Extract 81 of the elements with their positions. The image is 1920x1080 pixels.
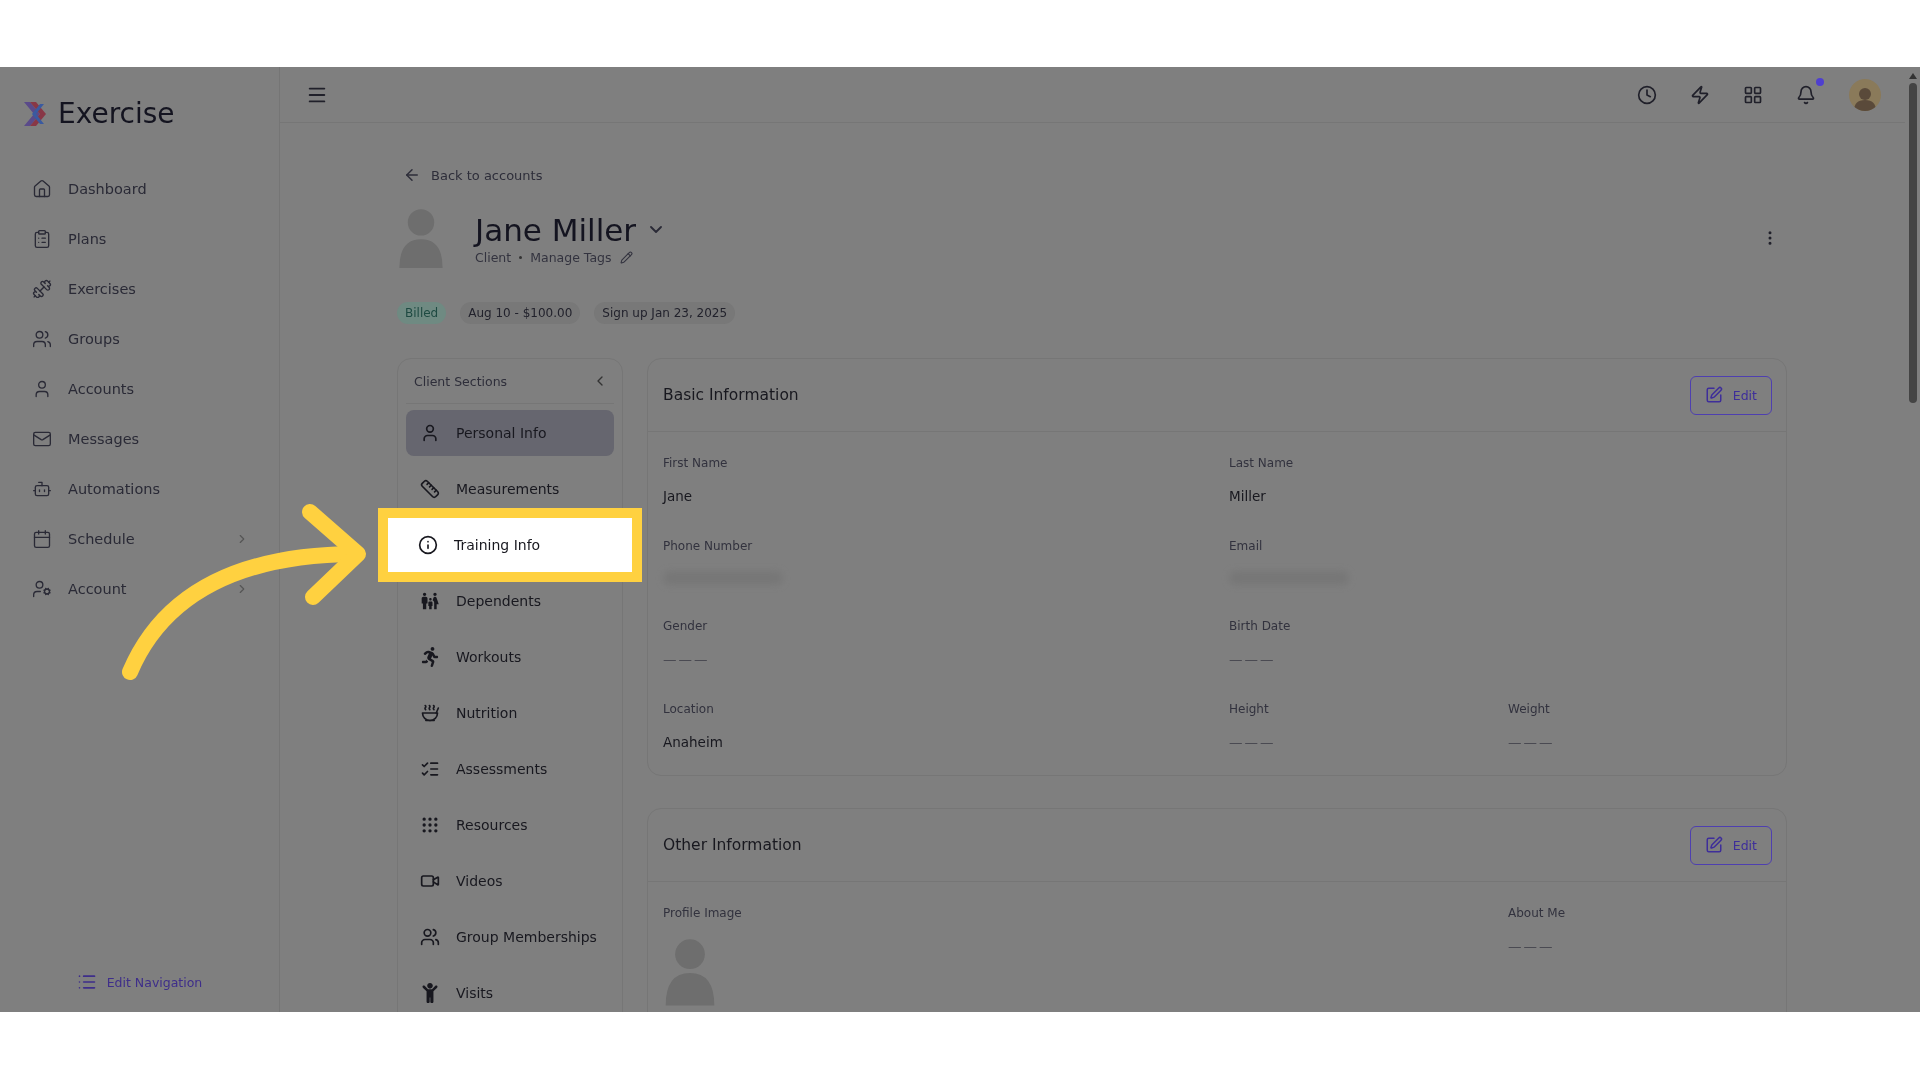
field-label: Weight bbox=[1508, 702, 1551, 716]
avatar[interactable] bbox=[1849, 78, 1881, 111]
scroll-up-icon bbox=[1908, 73, 1917, 79]
empty-value: ——— bbox=[1229, 651, 1277, 668]
mail-icon bbox=[32, 429, 52, 449]
robot-icon bbox=[32, 479, 52, 499]
empty-value: ——— bbox=[1508, 734, 1556, 751]
status-badge: Billed bbox=[397, 302, 447, 324]
nav-item[interactable]: Exercises bbox=[0, 264, 279, 314]
section-item[interactable]: Resources bbox=[406, 802, 614, 848]
group-icon bbox=[32, 329, 52, 349]
home-icon bbox=[32, 179, 52, 199]
field-label: Profile Image bbox=[663, 906, 743, 920]
dumbbell-icon bbox=[32, 279, 52, 299]
section-item[interactable]: Nutrition bbox=[406, 690, 614, 736]
clock-icon[interactable] bbox=[1637, 84, 1657, 105]
nav-item[interactable]: Accounts bbox=[0, 364, 279, 414]
scrollbar-thumb[interactable] bbox=[1908, 83, 1917, 403]
clipboard-icon bbox=[32, 229, 52, 249]
back-link[interactable]: Back to accounts bbox=[403, 166, 1787, 184]
bell-icon[interactable] bbox=[1796, 84, 1816, 105]
calendar-icon bbox=[32, 529, 52, 549]
chevron-down-icon[interactable] bbox=[650, 225, 663, 234]
edit-button[interactable]: Edit bbox=[1689, 375, 1772, 415]
field-label: Last Name bbox=[1229, 456, 1295, 470]
section-item[interactable]: Personal Info bbox=[406, 410, 614, 456]
family-icon bbox=[420, 591, 440, 611]
section-item[interactable]: Workouts bbox=[406, 634, 614, 680]
field-label: First Name bbox=[663, 456, 729, 470]
client-name: Jane Miller bbox=[475, 211, 637, 248]
info-badge: Sign up Jan 23, 2025 bbox=[594, 302, 736, 324]
separator-dot-icon bbox=[519, 255, 523, 259]
field-label: Height bbox=[1229, 702, 1270, 716]
manage-tags-link[interactable]: Manage Tags bbox=[530, 249, 633, 265]
nav-item[interactable]: Schedule bbox=[0, 514, 279, 564]
bowl-icon bbox=[420, 703, 440, 723]
lightning-icon[interactable] bbox=[1690, 84, 1710, 105]
nav-item[interactable]: Account bbox=[0, 564, 279, 614]
pencil-icon bbox=[619, 250, 633, 264]
card-title: Other Information bbox=[663, 836, 802, 854]
field-label: Location bbox=[663, 702, 715, 716]
field-value: Jane bbox=[663, 488, 694, 505]
section-item[interactable]: Assessments bbox=[406, 746, 614, 792]
section-item[interactable]: Videos bbox=[406, 858, 614, 904]
ruler-icon bbox=[420, 479, 440, 499]
info-icon bbox=[418, 535, 438, 555]
field-label: Email bbox=[1229, 539, 1264, 553]
grid-icon[interactable] bbox=[1743, 84, 1763, 105]
runner-icon bbox=[420, 647, 440, 667]
panel-title: Client Sections bbox=[414, 373, 508, 389]
grid-icon bbox=[420, 815, 440, 835]
empty-value: ——— bbox=[1508, 938, 1556, 955]
group-icon bbox=[420, 927, 440, 947]
field-value: Anaheim bbox=[663, 734, 724, 751]
person-icon bbox=[420, 423, 440, 443]
nav-item[interactable]: Plans bbox=[0, 214, 279, 264]
edit-navigation-link[interactable]: Edit Navigation bbox=[76, 972, 203, 992]
section-item[interactable]: Visits bbox=[406, 970, 614, 1012]
nav-item[interactable]: Automations bbox=[0, 464, 279, 514]
card-title: Basic Information bbox=[663, 386, 799, 404]
empty-value: ——— bbox=[1229, 734, 1277, 751]
edit-button[interactable]: Edit bbox=[1689, 825, 1772, 865]
field-label: Phone Number bbox=[663, 539, 754, 553]
client-role: Client bbox=[475, 249, 512, 265]
checklist-icon bbox=[420, 759, 440, 779]
nav-item[interactable]: Messages bbox=[0, 414, 279, 464]
section-item[interactable]: Group Memberships bbox=[406, 914, 614, 960]
info-badge: Aug 10 - $100.00 bbox=[460, 302, 581, 324]
user-gear-icon bbox=[32, 579, 52, 599]
field-value: Miller bbox=[1229, 488, 1267, 505]
field-label: Birth Date bbox=[1229, 619, 1292, 633]
section-item[interactable]: Training Info bbox=[378, 508, 642, 582]
app-name: Exercise bbox=[58, 97, 175, 130]
list-icon bbox=[76, 972, 97, 992]
edit-icon bbox=[1704, 836, 1723, 854]
field-label: About Me bbox=[1508, 906, 1567, 920]
edit-icon bbox=[1704, 386, 1723, 404]
empty-value: ——— bbox=[663, 651, 711, 668]
nav-item[interactable]: Groups bbox=[0, 314, 279, 364]
nav-item[interactable]: Dashboard bbox=[0, 164, 279, 214]
field-label: Gender bbox=[663, 619, 709, 633]
